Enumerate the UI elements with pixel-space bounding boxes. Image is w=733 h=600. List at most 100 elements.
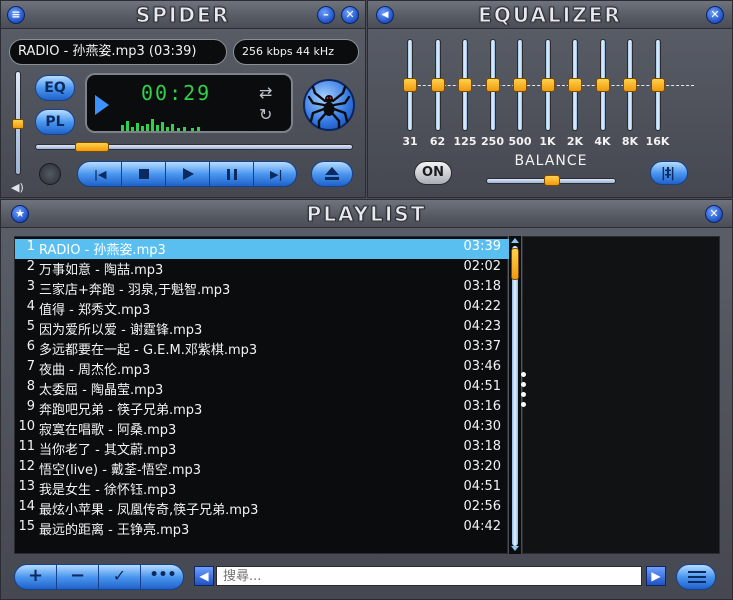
volume-knob[interactable] xyxy=(12,119,24,129)
playlist-side-area xyxy=(522,236,720,554)
eq-slider-2k[interactable] xyxy=(564,39,586,131)
playlist-item[interactable]: 2 万事如意 - 陶喆.mp3 02:02 xyxy=(15,259,509,279)
eq-slider-500[interactable] xyxy=(509,39,531,131)
playlist-scrollbar[interactable] xyxy=(509,236,521,554)
track-duration: 03:18 xyxy=(463,279,501,294)
track-duration: 03:16 xyxy=(463,399,501,414)
playlist-item[interactable]: 12 悟空(live) - 戴荃-悟空.mp3 03:20 xyxy=(15,459,509,479)
playlist-item[interactable]: 7 夜曲 - 周杰伦.mp3 03:46 xyxy=(15,359,509,379)
select-button[interactable]: ✓ xyxy=(99,565,141,589)
playlist-item[interactable]: 8 太委屈 - 陶晶莹.mp3 04:51 xyxy=(15,379,509,399)
eject-button[interactable] xyxy=(311,161,353,187)
next-button[interactable]: ▶| xyxy=(254,162,298,186)
playlist-item[interactable]: 9 奔跑吧兄弟 - 筷子兄弟.mp3 03:16 xyxy=(15,399,509,419)
pl-button[interactable]: PL xyxy=(35,109,75,135)
track-name: 我是女生 - 徐怀钰.mp3 xyxy=(39,483,177,498)
volume-slider[interactable] xyxy=(12,71,24,177)
play-icon xyxy=(183,168,194,180)
track-duration: 03:46 xyxy=(463,359,501,374)
track-duration: 04:30 xyxy=(463,419,501,434)
track-duration: 04:42 xyxy=(463,519,501,534)
search-input[interactable] xyxy=(216,566,642,586)
playlist-titlebar[interactable]: ★ PLAYLIST ✕ xyxy=(1,200,732,228)
record-button[interactable] xyxy=(39,163,61,185)
eq-button[interactable]: EQ xyxy=(35,75,75,101)
playlist-title: PLAYLIST xyxy=(306,202,427,227)
track-number: 2 xyxy=(26,259,35,274)
more-button[interactable]: ••• xyxy=(141,565,185,589)
eq-knob[interactable] xyxy=(540,78,555,92)
eq-knob[interactable] xyxy=(430,78,445,92)
spider-icon xyxy=(307,85,351,129)
close-button[interactable]: ✕ xyxy=(341,6,359,24)
eq-knob[interactable] xyxy=(485,78,500,92)
eq-knob[interactable] xyxy=(595,78,610,92)
play-button[interactable] xyxy=(166,162,210,186)
track-duration: 03:20 xyxy=(463,459,501,474)
eq-on-button[interactable]: ON xyxy=(414,161,452,185)
eq-knob[interactable] xyxy=(650,78,665,92)
equalizer-titlebar[interactable]: ◀ EQUALIZER ✕ xyxy=(368,1,732,29)
repeat-icon[interactable]: ↻ xyxy=(259,105,272,124)
seek-slider[interactable] xyxy=(35,142,353,152)
eq-slider-250[interactable] xyxy=(482,39,504,131)
playlist-item[interactable]: 6 多远都要在一起 - G.E.M.邓紫棋.mp3 03:37 xyxy=(15,339,509,359)
eq-knob[interactable] xyxy=(458,78,472,92)
eq-knob[interactable] xyxy=(623,78,637,92)
playlist-item[interactable]: 13 我是女生 - 徐怀钰.mp3 04:51 xyxy=(15,479,509,499)
track-name: 三家店+奔跑 - 羽泉,于魁智.mp3 xyxy=(39,283,231,298)
playlist-list[interactable]: 1 RADIO - 孙燕姿.mp3 03:39 2 万事如意 - 陶喆.mp3 02:02… xyxy=(14,236,509,554)
playlist-item[interactable]: 11 当你老了 - 其文蔚.mp3 03:18 xyxy=(15,439,509,459)
track-number: 8 xyxy=(26,379,35,394)
track-name: RADIO - 孙燕姿.mp3 xyxy=(39,243,166,258)
pause-button[interactable] xyxy=(210,162,254,186)
track-name: 万事如意 - 陶喆.mp3 xyxy=(39,263,164,278)
minimize-button[interactable]: – xyxy=(317,6,335,24)
eq-presets-button[interactable]: |‡| xyxy=(650,161,688,185)
eq-slider-4k[interactable] xyxy=(592,39,614,131)
seek-knob[interactable] xyxy=(75,142,109,152)
playlist-item[interactable]: 1 RADIO - 孙燕姿.mp3 03:39 xyxy=(15,239,509,259)
eq-slider-1k[interactable] xyxy=(537,39,559,131)
scroll-up-arrow-icon[interactable] xyxy=(511,238,519,243)
scroll-down-arrow-icon[interactable] xyxy=(511,546,519,551)
eq-knob[interactable] xyxy=(513,78,527,92)
balance-slider[interactable] xyxy=(486,175,616,186)
player-panel: ≡ SPIDER – ✕ RADIO - 孙燕姿.mp3 (03:39) 256… xyxy=(0,0,366,198)
playlist-item[interactable]: 14 最炫小苹果 - 凤凰传奇,筷子兄弟.mp3 02:56 xyxy=(15,499,509,519)
eq-slider-16k[interactable] xyxy=(647,39,669,131)
playlist-item[interactable]: 4 值得 - 郑秀文.mp3 04:22 xyxy=(15,299,509,319)
balance-knob[interactable] xyxy=(544,175,560,186)
stop-button[interactable] xyxy=(122,162,166,186)
spectrum-visualizer xyxy=(121,119,200,131)
eq-slider-125[interactable] xyxy=(454,39,476,131)
scroll-thumb[interactable] xyxy=(511,248,519,280)
shuffle-icon[interactable]: ⇄ xyxy=(259,83,272,102)
resize-handle-icon[interactable] xyxy=(521,372,527,416)
search-back-button[interactable]: ◀ xyxy=(194,566,214,586)
player-titlebar[interactable]: ≡ SPIDER – ✕ xyxy=(1,1,365,29)
playlist-item[interactable]: 10 寂寞在唱歌 - 阿桑.mp3 04:30 xyxy=(15,419,509,439)
equalizer-close-button[interactable]: ✕ xyxy=(706,6,724,24)
eq-knob[interactable] xyxy=(568,78,582,92)
playlist-item[interactable]: 5 因为爱所以爱 - 谢霆锋.mp3 04:23 xyxy=(15,319,509,339)
eq-slider-31[interactable] xyxy=(399,39,421,131)
track-number: 14 xyxy=(18,499,35,514)
track-name: 奔跑吧兄弟 - 筷子兄弟.mp3 xyxy=(39,403,203,418)
search-go-button[interactable]: ▶ xyxy=(646,566,666,586)
playlist-item[interactable]: 15 最远的距离 - 王铮亮.mp3 04:42 xyxy=(15,519,509,539)
playlist-close-button[interactable]: ✕ xyxy=(705,205,723,223)
track-duration: 04:51 xyxy=(463,479,501,494)
track-duration: 04:22 xyxy=(463,299,501,314)
spider-logo-button[interactable] xyxy=(303,79,355,131)
playlist-options-button[interactable] xyxy=(676,564,716,590)
eq-slider-8k[interactable] xyxy=(619,39,641,131)
add-button[interactable]: + xyxy=(15,565,57,589)
eq-knob[interactable] xyxy=(403,78,417,92)
playlist-item[interactable]: 3 三家店+奔跑 - 羽泉,于魁智.mp3 03:18 xyxy=(15,279,509,299)
eq-slider-62[interactable] xyxy=(427,39,449,131)
remove-button[interactable]: − xyxy=(57,565,99,589)
previous-button[interactable]: |◀ xyxy=(78,162,122,186)
track-name: 最远的距离 - 王铮亮.mp3 xyxy=(39,523,190,538)
track-duration: 04:51 xyxy=(463,379,501,394)
